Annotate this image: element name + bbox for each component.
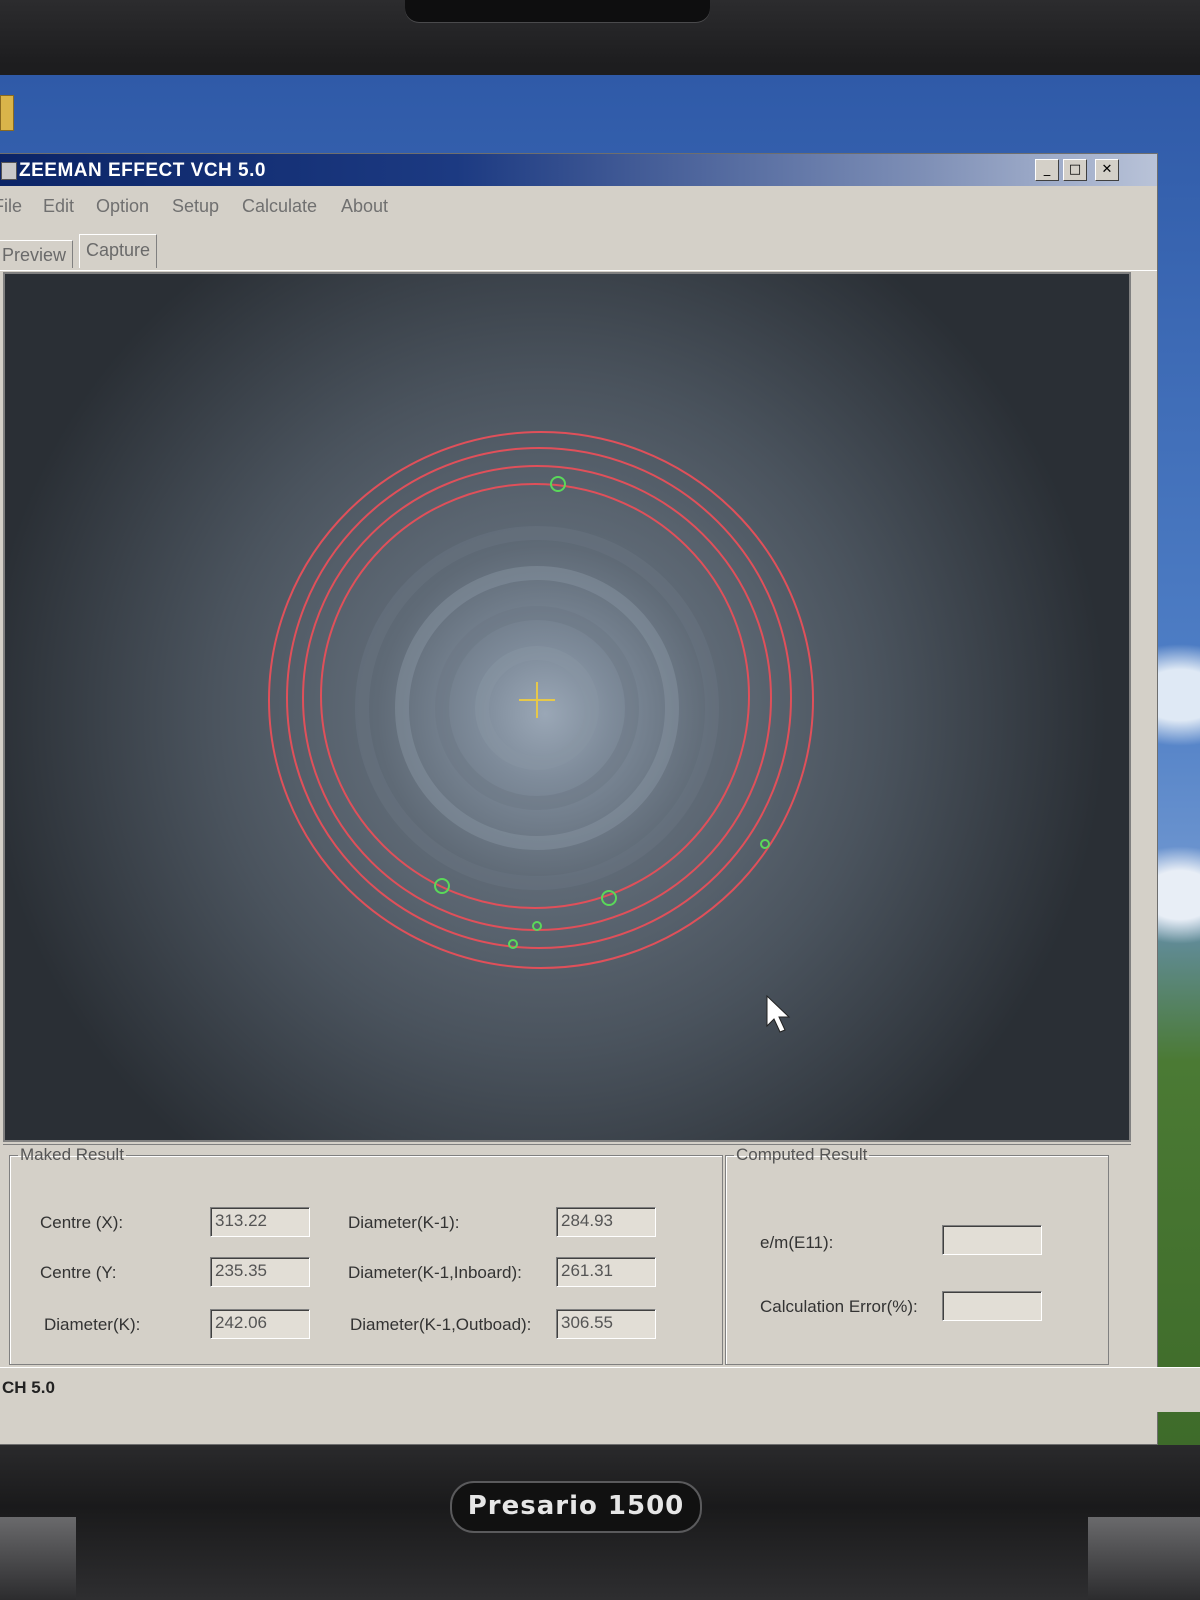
menu-edit[interactable]: Edit: [43, 196, 74, 217]
diameter-k1-field[interactable]: 284.93: [556, 1207, 656, 1237]
tab-strip: Preview Capture: [0, 234, 1157, 271]
results-panel: Maked Result Centre (X): 313.22 Centre (…: [3, 1144, 1131, 1373]
calculation-error-field[interactable]: [942, 1291, 1042, 1321]
centre-x-field[interactable]: 313.22: [210, 1207, 310, 1237]
diameter-k1-label: Diameter(K-1):: [348, 1213, 460, 1232]
maximize-button[interactable]: □: [1063, 159, 1087, 181]
app-icon[interactable]: [1, 162, 17, 180]
calculation-error-label: Calculation Error(%):: [760, 1297, 918, 1316]
maked-result-group: Maked Result Centre (X): 313.22 Centre (…: [9, 1145, 723, 1365]
diameter-k1-inboard-field[interactable]: 261.31: [556, 1257, 656, 1287]
webcam-notch: [405, 0, 710, 22]
menu-calculate[interactable]: Calculate: [242, 196, 317, 217]
menu-file[interactable]: File: [0, 196, 22, 217]
hinge-right: [1088, 1517, 1200, 1600]
diameter-k1-outboard-field[interactable]: 306.55: [556, 1309, 656, 1339]
interference-pattern-view[interactable]: [5, 274, 1129, 1140]
diameter-k1-inboard-label: Diameter(K-1,Inboard):: [348, 1263, 522, 1282]
diameter-k-field[interactable]: 242.06: [210, 1309, 310, 1339]
computed-result-legend: Computed Result: [736, 1145, 868, 1164]
maked-result-legend: Maked Result: [20, 1145, 124, 1164]
title-bar[interactable]: ZEEMAN EFFECT VCH 5.0 _ □ ✕: [0, 154, 1157, 186]
menu-setup[interactable]: Setup: [172, 196, 219, 217]
laptop-frame: ZEEMAN EFFECT VCH 5.0 _ □ ✕ File Edit Op…: [0, 0, 1200, 1600]
status-bar: CH 5.0: [0, 1367, 1200, 1412]
em-label: e/m(E11):: [760, 1233, 834, 1252]
centre-y-field[interactable]: 235.35: [210, 1257, 310, 1287]
em-field[interactable]: [942, 1225, 1042, 1255]
app-window: ZEEMAN EFFECT VCH 5.0 _ □ ✕ File Edit Op…: [0, 153, 1158, 1445]
window-title: ZEEMAN EFFECT VCH 5.0: [19, 160, 266, 181]
diameter-k1-outboard-label: Diameter(K-1,Outboad):: [350, 1315, 532, 1334]
status-text: CH 5.0: [2, 1378, 55, 1397]
centre-y-label: Centre (Y:: [40, 1263, 117, 1282]
capture-image-panel[interactable]: [3, 272, 1131, 1142]
tab-capture[interactable]: Capture: [79, 234, 158, 268]
close-button[interactable]: ✕: [1095, 159, 1119, 181]
centre-x-label: Centre (X):: [40, 1213, 124, 1232]
computed-result-group: Computed Result e/m(E11): Calculation Er…: [725, 1145, 1109, 1365]
brand-badge: Presario 1500: [450, 1481, 702, 1533]
menu-option[interactable]: Option: [96, 196, 149, 217]
hinge-left: [0, 1517, 76, 1600]
minimize-button[interactable]: _: [1035, 159, 1059, 181]
tab-preview[interactable]: Preview: [0, 240, 74, 268]
capture-background: [5, 274, 1129, 1140]
diameter-k-label: Diameter(K):: [44, 1315, 141, 1334]
menu-about[interactable]: About: [341, 196, 388, 217]
desktop-folder-icon[interactable]: [0, 95, 14, 131]
menu-bar: File Edit Option Setup Calculate About: [0, 188, 1157, 224]
laptop-screen: ZEEMAN EFFECT VCH 5.0 _ □ ✕ File Edit Op…: [0, 75, 1200, 1445]
laptop-bottom-bezel: Presario 1500: [0, 1445, 1200, 1600]
